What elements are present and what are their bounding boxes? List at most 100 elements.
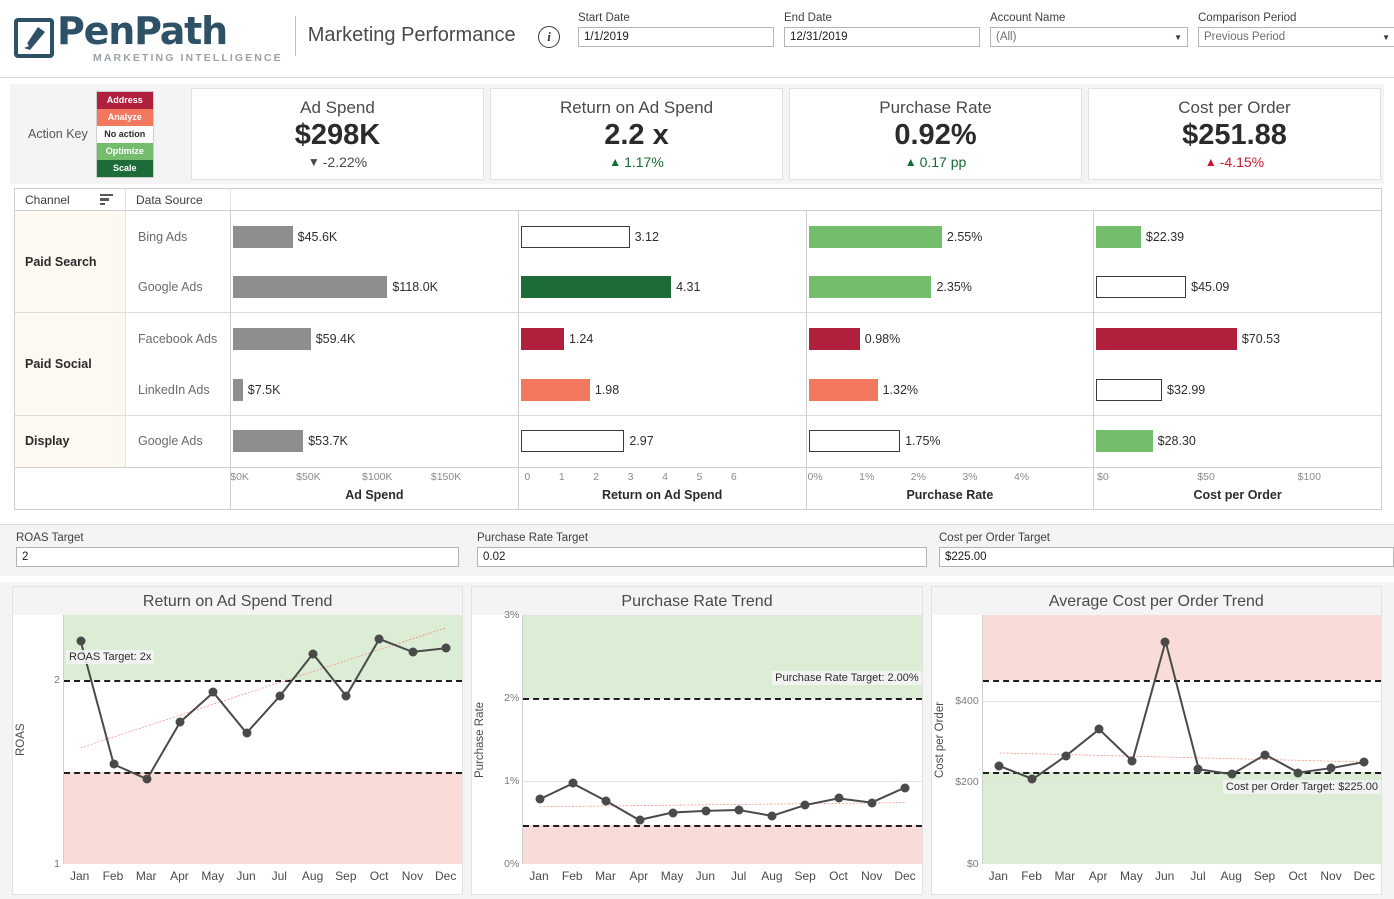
channel-group-cell[interactable]: Paid Search (15, 211, 125, 313)
table-row[interactable]: 3.12 (519, 211, 806, 262)
channel-group-cell[interactable]: Paid Social (15, 313, 125, 415)
plot-area[interactable]: ROAS Target: 2x (63, 615, 462, 864)
data-point[interactable] (995, 762, 1004, 771)
data-point[interactable] (1194, 765, 1203, 774)
data-source-cell[interactable]: Google Ads (126, 416, 230, 467)
channel-group-cell[interactable]: Display (15, 416, 125, 467)
data-point[interactable] (535, 795, 544, 804)
table-row[interactable]: 2.35% (807, 262, 1094, 313)
purchase-rate-target-field: Purchase Rate Target 0.02 (477, 532, 927, 567)
data-point[interactable] (1360, 757, 1369, 766)
start-date-input[interactable]: 1/1/2019 (578, 27, 774, 47)
info-icon[interactable]: i (538, 26, 560, 48)
plot-area[interactable]: Purchase Rate Target: 2.00% (522, 615, 921, 864)
table-row[interactable]: $32.99 (1094, 365, 1381, 416)
y-tick-label: 2 (54, 674, 60, 686)
table-row[interactable]: $45.6K (231, 211, 518, 262)
end-date-input[interactable]: 12/31/2019 (784, 27, 980, 47)
kpi-card[interactable]: Return on Ad Spend2.2 x▲1.17% (490, 88, 783, 180)
data-point[interactable] (834, 794, 843, 803)
table-row[interactable]: $7.5K (231, 365, 518, 416)
x-tick-label: Nov (861, 869, 882, 883)
data-source-cell[interactable]: Google Ads (126, 262, 230, 313)
data-point[interactable] (602, 796, 611, 805)
table-row[interactable]: 1.24 (519, 313, 806, 364)
data-point[interactable] (76, 636, 85, 645)
metric-bar (809, 328, 860, 350)
comparison-period-select[interactable]: Previous Period ▼ (1198, 27, 1394, 47)
table-row[interactable]: $28.30 (1094, 416, 1381, 467)
data-point[interactable] (635, 816, 644, 825)
data-point[interactable] (768, 811, 777, 820)
table-row[interactable]: $70.53 (1094, 313, 1381, 364)
data-point[interactable] (801, 801, 810, 810)
table-row[interactable]: 2.55% (807, 211, 1094, 262)
data-point[interactable] (109, 760, 118, 769)
data-point[interactable] (735, 806, 744, 815)
table-row[interactable]: $45.09 (1094, 262, 1381, 313)
account-name-select[interactable]: (All) ▼ (990, 27, 1188, 47)
kpi-value: 2.2 x (604, 120, 669, 151)
data-point[interactable] (176, 717, 185, 726)
table-row[interactable]: 1.32% (807, 365, 1094, 416)
data-point[interactable] (1028, 775, 1037, 784)
data-series (983, 615, 1381, 864)
data-point[interactable] (441, 644, 450, 653)
data-point[interactable] (342, 692, 351, 701)
table-row[interactable]: $53.7K (231, 416, 518, 467)
action-key-swatches: AddressAnalyzeNo actionOptimizeScale (96, 91, 154, 178)
data-point[interactable] (275, 692, 284, 701)
data-point[interactable] (242, 729, 251, 738)
table-row[interactable]: $22.39 (1094, 211, 1381, 262)
x-tick-label: Jun (236, 869, 255, 883)
axis-tick-label: 2 (593, 471, 599, 483)
data-point[interactable] (308, 649, 317, 658)
data-point[interactable] (1094, 725, 1103, 734)
data-point[interactable] (1293, 768, 1302, 777)
axis-title: Cost per Order (1094, 488, 1381, 502)
data-point[interactable] (867, 798, 876, 807)
table-row[interactable]: 4.31 (519, 262, 806, 313)
table-header-channel[interactable]: Channel (15, 189, 125, 210)
data-point[interactable] (142, 775, 151, 784)
kpi-card[interactable]: Ad Spend$298K▼-2.22% (191, 88, 484, 180)
data-point[interactable] (1260, 750, 1269, 759)
data-point[interactable] (375, 634, 384, 643)
data-source-cell[interactable]: LinkedIn Ads (126, 365, 230, 416)
table-header-data-source[interactable]: Data Source (125, 189, 230, 210)
data-point[interactable] (1227, 770, 1236, 779)
data-point[interactable] (1128, 757, 1137, 766)
data-point[interactable] (1161, 637, 1170, 646)
x-tick-label: Apr (1089, 869, 1108, 883)
y-tick-label: $400 (955, 695, 978, 707)
cost-per-order-target-input[interactable]: $225.00 (939, 547, 1394, 567)
kpi-card[interactable]: Purchase Rate0.92%▲0.17 pp (789, 88, 1082, 180)
data-point[interactable] (701, 806, 710, 815)
table-body: Paid SearchPaid SocialDisplay Bing AdsGo… (15, 211, 1381, 467)
data-point[interactable] (1327, 764, 1336, 773)
data-point[interactable] (209, 688, 218, 697)
data-point[interactable] (901, 783, 910, 792)
action-key-band: Analyze (97, 109, 153, 126)
sort-icon[interactable] (100, 194, 113, 205)
data-point[interactable] (1061, 751, 1070, 760)
roas-target-input[interactable]: 2 (16, 547, 459, 567)
axis-tick-label: 3 (628, 471, 634, 483)
table-row[interactable]: 1.98 (519, 365, 806, 416)
table-row[interactable]: 0.98% (807, 313, 1094, 364)
data-source-cell[interactable]: Facebook Ads (126, 313, 230, 364)
data-source-cell[interactable]: Bing Ads (126, 211, 230, 262)
table-row[interactable]: $118.0K (231, 262, 518, 313)
metric-value-label: $7.5K (248, 383, 281, 397)
kpi-card[interactable]: Cost per Order$251.88▲-4.15% (1088, 88, 1381, 180)
data-point[interactable] (408, 647, 417, 656)
table-row[interactable]: 1.75% (807, 416, 1094, 467)
kpi-delta-value: -2.22% (323, 154, 367, 170)
metric-value-label: $59.4K (316, 332, 356, 346)
data-point[interactable] (668, 808, 677, 817)
purchase-rate-target-input[interactable]: 0.02 (477, 547, 927, 567)
plot-area[interactable]: Cost per Order Target: $225.00 (982, 615, 1381, 864)
table-row[interactable]: 2.97 (519, 416, 806, 467)
data-point[interactable] (569, 779, 578, 788)
table-row[interactable]: $59.4K (231, 313, 518, 364)
